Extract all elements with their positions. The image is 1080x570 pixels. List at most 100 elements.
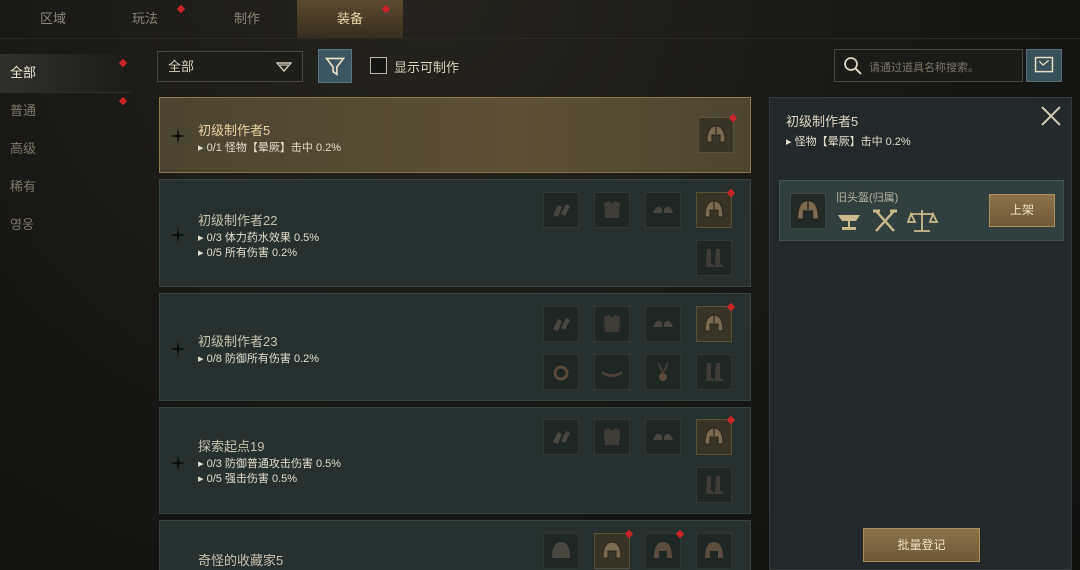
helmet-icon xyxy=(602,541,622,559)
item-slot[interactable] xyxy=(696,415,736,455)
top-tab-bar: 区域 玩法 制作 装备 xyxy=(0,0,1080,38)
close-icon[interactable] xyxy=(1039,104,1063,128)
item-slot[interactable] xyxy=(645,529,685,569)
sidebar-item-normal[interactable]: 普通 xyxy=(0,92,132,130)
compass-star-icon xyxy=(170,128,186,144)
item-slot[interactable] xyxy=(645,354,681,390)
card-stat-line: ▸ 0/3 体力药水效果 0.5% xyxy=(198,232,320,244)
search-input[interactable]: 请通过道具名称搜索。 xyxy=(834,49,1023,82)
item-slot[interactable] xyxy=(543,533,579,569)
detail-title: 初级制作者5 xyxy=(786,114,859,129)
card-stat-line: ▸ 0/3 防御普通攻击伤害 0.5% xyxy=(198,458,342,470)
item-slot[interactable] xyxy=(696,467,732,503)
tab-region[interactable]: 区域 xyxy=(0,0,106,38)
notification-dot xyxy=(726,302,736,312)
batch-register-button[interactable]: 批量登记 xyxy=(863,528,980,562)
sidebar-item-rare[interactable]: 稀有 xyxy=(0,168,132,206)
map-button[interactable] xyxy=(1026,49,1062,82)
crossed-hammers-icon xyxy=(873,209,897,232)
detail-panel: 初级制作者5 ▸ 怪物【晕厥】击中 0.2% 旧头盔(归属) 上架 批量登记 xyxy=(769,97,1072,570)
notification-dot xyxy=(726,188,736,198)
category-select[interactable]: 全部 xyxy=(157,51,303,82)
item-entry-row[interactable]: 旧头盔(归属) 上架 xyxy=(779,180,1064,241)
notification-dot xyxy=(726,415,736,425)
tab-crafting[interactable]: 制作 xyxy=(194,0,300,38)
item-slot[interactable] xyxy=(698,113,738,153)
tab-divider xyxy=(0,38,1080,39)
notification-dot xyxy=(118,58,128,68)
card-title: 奇怪的收藏家5 xyxy=(198,553,284,568)
funnel-icon xyxy=(324,57,346,77)
helmet-icon xyxy=(552,542,570,558)
search-placeholder: 请通过道具名称搜索。 xyxy=(869,62,979,74)
item-slot[interactable] xyxy=(543,354,579,390)
compass-star-icon xyxy=(170,227,186,243)
collection-card[interactable]: 奇怪的收藏家5 xyxy=(159,520,751,570)
tab-gameplay[interactable]: 玩法 xyxy=(92,0,198,38)
boots-icon xyxy=(706,476,724,494)
collection-card[interactable]: 初级制作者5 ▸ 0/1 怪物【晕厥】击中 0.2% xyxy=(159,97,751,173)
collection-card[interactable]: 探索起点19 ▸ 0/3 防御普通攻击伤害 0.5% ▸ 0/5 强击伤害 0.… xyxy=(159,407,751,514)
item-slot[interactable] xyxy=(543,306,579,342)
collection-card[interactable]: 初级制作者23 ▸ 0/8 防御所有伤害 0.2% xyxy=(159,293,751,401)
sidebar-item-all[interactable]: 全部 xyxy=(0,54,132,92)
item-slot[interactable] xyxy=(594,354,630,390)
card-title: 初级制作者23 xyxy=(198,334,278,349)
item-name: 旧头盔(归属) xyxy=(836,192,899,204)
anvil-icon xyxy=(838,215,860,230)
crafting-tools-icons xyxy=(838,209,939,232)
item-slot[interactable] xyxy=(696,240,732,276)
card-title: 初级制作者22 xyxy=(198,213,278,228)
item-slot[interactable] xyxy=(594,192,630,228)
helmet-icon xyxy=(704,427,724,445)
item-slot[interactable] xyxy=(696,302,736,342)
item-slot[interactable] xyxy=(645,306,681,342)
item-slot[interactable] xyxy=(696,533,732,569)
boots-icon xyxy=(706,363,724,381)
notification-dot xyxy=(624,529,634,539)
notification-dot xyxy=(176,4,186,14)
sidebar-item-hero[interactable]: 영웅 xyxy=(0,206,132,244)
gloves-icon xyxy=(553,204,570,217)
helmet-icon xyxy=(705,542,723,558)
card-stat-line: ▸ 0/1 怪物【晕厥】击中 0.2% xyxy=(198,142,342,154)
gloves-icon xyxy=(553,318,570,331)
item-slot[interactable] xyxy=(790,193,826,229)
detail-stat-line: ▸ 怪物【晕厥】击中 0.2% xyxy=(786,136,911,148)
item-slot[interactable] xyxy=(645,419,681,455)
belt-icon xyxy=(602,371,622,377)
search-icon xyxy=(844,57,862,75)
card-stat-line: ▸ 0/8 防御所有伤害 0.2% xyxy=(198,353,320,365)
compass-star-icon xyxy=(170,455,186,471)
helmet-icon xyxy=(797,200,819,220)
item-slot[interactable] xyxy=(594,306,630,342)
chevron-down-icon xyxy=(276,62,292,73)
card-stat-line: ▸ 0/5 强击伤害 0.5% xyxy=(198,473,298,485)
sidebar-item-advanced[interactable]: 高级 xyxy=(0,130,132,168)
craftable-checkbox-label: 显示可制作 xyxy=(394,60,460,75)
item-slot[interactable] xyxy=(645,192,681,228)
shoulder-icon xyxy=(653,320,673,327)
item-slot[interactable] xyxy=(543,192,579,228)
scales-icon xyxy=(906,210,939,232)
item-slot[interactable] xyxy=(594,529,634,569)
item-slot[interactable] xyxy=(696,188,736,228)
card-title: 探索起点19 xyxy=(198,439,265,454)
notification-dot xyxy=(728,113,738,123)
amulet-icon xyxy=(657,362,669,381)
craftable-checkbox[interactable] xyxy=(370,57,387,74)
item-slot[interactable] xyxy=(543,419,579,455)
notification-dot xyxy=(381,4,391,14)
notification-dot xyxy=(675,529,685,539)
card-title: 初级制作者5 xyxy=(198,123,271,138)
filter-button[interactable] xyxy=(318,49,352,83)
helmet-icon xyxy=(654,542,672,558)
item-slot[interactable] xyxy=(594,419,630,455)
chest-armor-icon xyxy=(604,201,620,218)
tab-equipment[interactable]: 装备 xyxy=(297,0,403,38)
chest-armor-icon xyxy=(604,315,620,332)
list-for-sale-button[interactable]: 上架 xyxy=(989,194,1055,227)
item-slot[interactable] xyxy=(696,354,732,390)
collection-card[interactable]: 初级制作者22 ▸ 0/3 体力药水效果 0.5% ▸ 0/5 所有伤害 0.2… xyxy=(159,179,751,287)
map-icon xyxy=(1034,56,1054,73)
